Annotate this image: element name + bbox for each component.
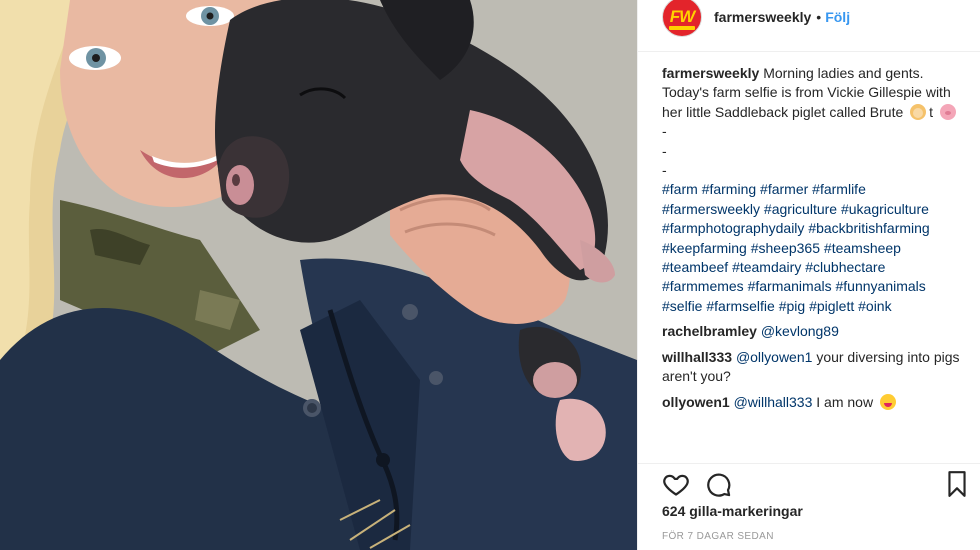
hashtag-link[interactable]: #selfie <box>662 298 702 314</box>
avatar-logo-strip <box>669 25 695 30</box>
comment-item: willhall333 @ollyowen1 your diversing in… <box>662 348 962 387</box>
hashtag-link[interactable]: #teamsheep <box>824 240 901 256</box>
hashtag-link[interactable]: #keepfarming <box>662 240 747 256</box>
selfie-with-piglet-image <box>0 0 637 550</box>
post-timestamp[interactable]: FÖR 7 DAGAR SEDAN <box>662 531 774 542</box>
comments-list: farmersweekly Morning ladies and gents. … <box>662 64 962 464</box>
comment-mention[interactable]: @kevlong89 <box>761 323 839 339</box>
hashtag-link[interactable]: #pig <box>779 298 805 314</box>
avatar[interactable]: FW <box>662 0 702 37</box>
follow-button[interactable]: Följ <box>825 9 850 25</box>
action-bar <box>638 463 980 499</box>
caption-dash: - <box>662 162 667 179</box>
hashtag-link[interactable]: #farmselfie <box>706 298 774 314</box>
comment-mention[interactable]: @willhall333 <box>734 394 813 410</box>
comment-username[interactable]: rachelbramley <box>662 323 757 339</box>
hashtag-link[interactable]: #clubhectare <box>805 259 885 275</box>
comment-text: I am now <box>816 393 874 410</box>
hashtag-list: #farm #farming #farmer #farmlife #farmer… <box>662 181 930 313</box>
caption-after-emoji: t <box>929 103 934 120</box>
caption-dash: - <box>662 142 667 159</box>
avatar-logo-text: FW <box>669 6 695 26</box>
tongue-face-emoji-icon <box>879 393 896 410</box>
hashtag-link[interactable]: #farming <box>702 181 756 197</box>
post-photo <box>0 0 637 550</box>
comment-item: rachelbramley @kevlong89 <box>662 322 962 341</box>
hashtag-link[interactable]: #agriculture <box>764 201 837 217</box>
caption-dash: - <box>662 123 667 140</box>
hashtag-link[interactable]: #piglett <box>809 298 854 314</box>
comment-username[interactable]: willhall333 <box>662 349 732 365</box>
caption: farmersweekly Morning ladies and gents. … <box>662 64 962 316</box>
hashtag-link[interactable]: #teamdairy <box>732 259 801 275</box>
hashtag-link[interactable]: #farmlife <box>812 181 866 197</box>
hashtag-link[interactable]: #farmanimals <box>748 278 832 294</box>
hashtag-link[interactable]: #ukagriculture <box>841 201 929 217</box>
caption-username[interactable]: farmersweekly <box>662 65 759 81</box>
bookmark-icon[interactable] <box>944 470 970 503</box>
comment-item: ollyowen1 @willhall333 I am now <box>662 393 962 412</box>
comment-username[interactable]: ollyowen1 <box>662 394 730 410</box>
hashtag-link[interactable]: #backbritishfarming <box>808 220 929 236</box>
header-username[interactable]: farmersweekly <box>714 9 811 25</box>
pig-emoji-icon <box>939 103 956 120</box>
hashtag-link[interactable]: #farmer <box>760 181 808 197</box>
hashtag-link[interactable]: #funnyanimals <box>836 278 926 294</box>
hashtag-link[interactable]: #farm <box>662 181 698 197</box>
hashtag-link[interactable]: #farmersweekly <box>662 201 760 217</box>
post-sidebar: FW farmersweekly • Följ farmersweekly Mo… <box>637 0 980 550</box>
woman-emoji-icon <box>910 103 927 120</box>
heart-icon[interactable] <box>662 470 690 503</box>
hashtag-link[interactable]: #teambeef <box>662 259 728 275</box>
hashtag-link[interactable]: #oink <box>858 298 891 314</box>
hashtag-link[interactable]: #farmphotographydaily <box>662 220 804 236</box>
header-separator: • <box>816 8 822 25</box>
comment-mention[interactable]: @ollyowen1 <box>736 349 812 365</box>
likes-count[interactable]: 624 gilla-markeringar <box>662 503 803 519</box>
comment-bubble-icon[interactable] <box>704 470 732 503</box>
hashtag-link[interactable]: #sheep365 <box>751 240 820 256</box>
hashtag-link[interactable]: #farmmemes <box>662 278 744 294</box>
post-header: FW farmersweekly • Följ <box>638 0 980 52</box>
